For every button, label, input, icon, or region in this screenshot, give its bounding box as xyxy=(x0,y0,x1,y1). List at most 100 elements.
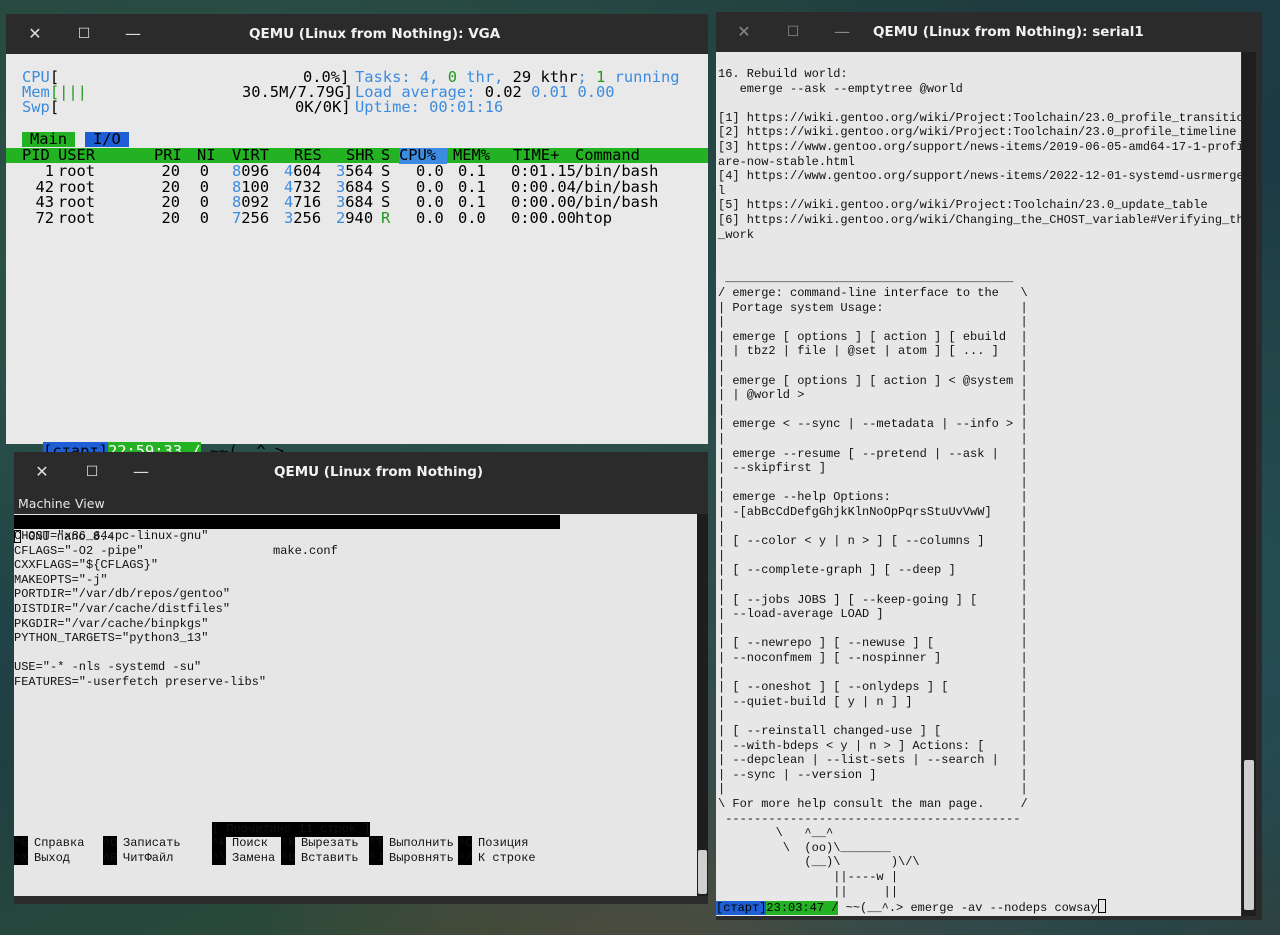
console-line: ----------------------------------------… xyxy=(718,811,1021,826)
text-cursor xyxy=(14,530,21,543)
shell-prompt: ~~(__^.> emerge -av --nodeps cowsay xyxy=(845,901,1098,915)
nano-scrollbar[interactable] xyxy=(697,514,708,896)
console-line: [4] https://www.gentoo.org/support/news-… xyxy=(718,169,1241,184)
console-line: [2] https://wiki.gentoo.org/wiki/Project… xyxy=(718,125,1237,140)
console-line: | [ --reinstall changed-use ] [ | xyxy=(718,724,1028,738)
menu-view[interactable]: View xyxy=(75,496,105,511)
shortcut-key[interactable]: ^T xyxy=(369,836,384,851)
shortcut-key[interactable]: ^C xyxy=(458,836,473,851)
console-line: \ For more help consult the man page. / xyxy=(718,797,1028,811)
serial-titlebar[interactable]: ✕ ☐ — QEMU (Linux from Nothing): serial1 xyxy=(716,12,1262,52)
console-line: | | xyxy=(718,665,1028,680)
console-line: | | xyxy=(718,621,1028,636)
nano-titlebar[interactable]: ✕ ☐ — QEMU (Linux from Nothing) xyxy=(14,452,708,492)
shortcut-label: К строке xyxy=(478,850,536,865)
console-line: | emerge [ options ] [ action ] < @syste… xyxy=(718,373,1028,388)
vga-window[interactable]: ✕ ☐ — QEMU (Linux from Nothing): VGA CPU… xyxy=(6,14,708,460)
shortcut-key[interactable]: ^G xyxy=(14,836,29,851)
serial-console[interactable]: 16. Rebuild world: emerge --ask --emptyt… xyxy=(716,52,1241,916)
console-line: are-now-stable.html xyxy=(718,154,855,169)
nano-screen[interactable]: GNU nano 8.4 make.conf CHOST="x86_64-pc-… xyxy=(14,514,697,896)
cell-shr-digits: 940 xyxy=(345,208,374,227)
console-line: emerge --ask --emptytree @world xyxy=(718,81,963,96)
maximize-icon[interactable]: ☐ xyxy=(778,12,808,52)
cell-s: R xyxy=(381,208,391,227)
clock: 23:03:47 / xyxy=(766,901,839,915)
console-line: | [ --newrepo ] [ --newuse ] [ | xyxy=(718,636,1028,651)
console-line: | --skipfirst ] | xyxy=(718,461,1028,476)
minimize-icon[interactable]: — xyxy=(126,452,156,492)
console-line: | | xyxy=(718,315,1028,330)
minimize-icon[interactable]: — xyxy=(827,12,857,52)
vga-titlebar[interactable]: ✕ ☐ — QEMU (Linux from Nothing): VGA xyxy=(6,14,708,54)
window-title: QEMU (Linux from Nothing): serial1 xyxy=(873,24,1144,40)
shortcut-key[interactable]: ^R xyxy=(103,850,118,866)
shortcut-key[interactable]: ^O xyxy=(103,836,118,851)
shortcut-label: Выровнять xyxy=(389,850,454,865)
shortcut-label: Позиция xyxy=(478,836,529,850)
cursor xyxy=(1097,899,1106,913)
shortcut-key[interactable]: ^J xyxy=(369,850,384,866)
console-line: ||----w | xyxy=(718,870,899,884)
console-line: | | @world > | xyxy=(718,388,1028,403)
close-icon[interactable]: ✕ xyxy=(20,14,50,54)
shortcut-key[interactable]: ^\ xyxy=(212,850,227,866)
serial-window[interactable]: ✕ ☐ — QEMU (Linux from Nothing): serial1… xyxy=(716,12,1262,920)
console-line: | | xyxy=(718,709,1028,724)
console-line: _work xyxy=(718,227,755,242)
nano-header: GNU nano 8.4 make.conf xyxy=(14,515,560,558)
htop-screen[interactable]: CPU[ 0.0%] Mem[||| 30.5M/7.79G] Swp[ 0K/… xyxy=(6,54,708,444)
shortcut-key[interactable]: ^X xyxy=(14,850,29,866)
close-icon[interactable]: ✕ xyxy=(729,12,759,52)
shortcut-label: Вставить xyxy=(301,850,359,865)
console-line: (__)\ )\/\ xyxy=(718,855,920,870)
console-line: \ (oo)\_______ xyxy=(718,840,891,855)
cell-res-magnitude: 3 xyxy=(284,208,294,227)
shortcut-key[interactable]: ^F xyxy=(212,836,227,851)
console-line: | | xyxy=(718,782,1028,797)
editor-line: CFLAGS="-O2 -pipe" xyxy=(14,543,144,558)
shortcut-label: ЧитФайл xyxy=(123,850,174,865)
menu-bar: Machine View xyxy=(14,492,708,514)
minimize-icon[interactable]: — xyxy=(118,14,148,54)
tab-main[interactable]: Main xyxy=(22,131,76,147)
console-line: | | xyxy=(718,359,1028,373)
shortcut-label: Записать xyxy=(123,836,181,850)
menu-machine[interactable]: Machine xyxy=(18,496,70,511)
shortcut-key[interactable]: ^K xyxy=(281,836,296,851)
console-line: | Portage system Usage: | xyxy=(718,300,1028,315)
editor-line: CHOST="x86_64-pc-linux-gnu" xyxy=(14,529,209,543)
shortcut-label: Поиск xyxy=(232,836,269,850)
console-line: l xyxy=(718,183,726,198)
cell-mem: 0.0 xyxy=(458,208,486,227)
editor-line: PKGDIR="/var/cache/binpkgs" xyxy=(14,616,209,631)
cell-ni: 0 xyxy=(199,208,209,227)
serial-scrollbar[interactable] xyxy=(1242,52,1256,916)
shortcut-key[interactable]: ^U xyxy=(281,850,296,866)
maximize-icon[interactable]: ☐ xyxy=(77,452,107,492)
editor-line: PYTHON_TARGETS="python3_13" xyxy=(14,631,209,646)
scroll-thumb[interactable] xyxy=(1244,760,1254,910)
cell-cpu: 0.0 xyxy=(416,208,444,227)
editor-line: CXXFLAGS="${CFLAGS}" xyxy=(14,558,159,573)
editor-line: USE="-* -nls -systemd -su" xyxy=(14,660,202,675)
cell-virt-digits: 256 xyxy=(241,208,270,227)
maximize-icon[interactable]: ☐ xyxy=(69,14,99,54)
shortcut-key[interactable]: ^/ xyxy=(458,850,473,866)
console-line: | | xyxy=(718,578,1028,592)
window-title: QEMU (Linux from Nothing): VGA xyxy=(249,26,501,42)
close-icon[interactable]: ✕ xyxy=(27,452,57,492)
cell-pri: 20 xyxy=(161,208,180,227)
editor-line: FEATURES="-userfetch preserve-libs" xyxy=(14,675,267,689)
console-line: | -[abBcCdDefgGhjkKlnNoOpPqrsStuUvVwW] | xyxy=(718,505,1028,519)
nano-window[interactable]: ✕ ☐ — QEMU (Linux from Nothing) Machine … xyxy=(14,452,708,904)
process-row[interactable]: 72 root 20 0 7256 3256 2940 R 0.0 0.0 0:00.00 htop xyxy=(6,208,708,227)
shortcut-label: Замена xyxy=(232,850,276,865)
scroll-thumb[interactable] xyxy=(698,850,707,894)
console-line: | | xyxy=(718,402,1028,417)
tab-io[interactable]: I/O xyxy=(85,131,129,147)
console-line: | --sync | --version ] | xyxy=(718,767,1028,782)
console-line: | [ --color < y | n > ] [ --columns ] | xyxy=(718,534,1028,549)
console-line: [3] https://www.gentoo.org/support/news-… xyxy=(718,140,1241,154)
shortcut-label: Выход xyxy=(34,850,71,865)
